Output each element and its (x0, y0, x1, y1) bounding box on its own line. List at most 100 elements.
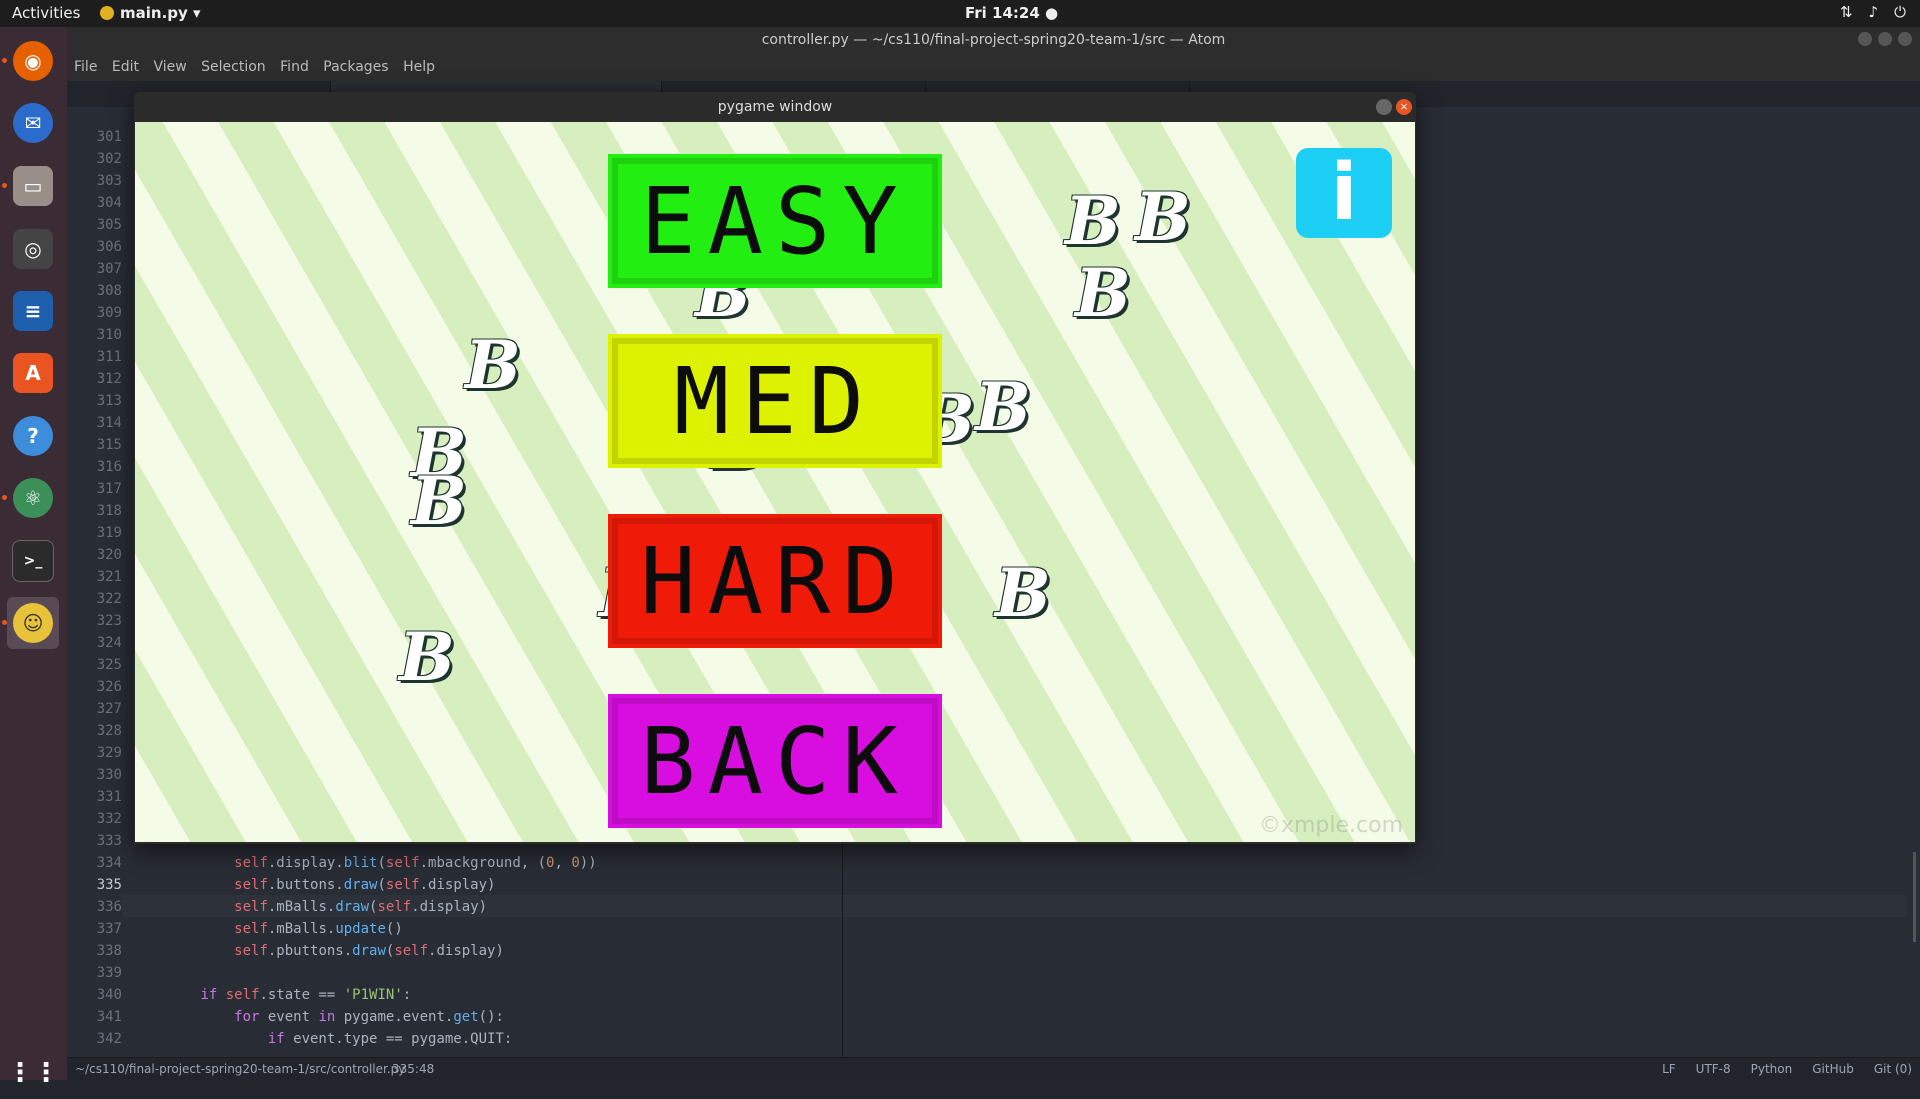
running-indicator (2, 620, 7, 625)
software-center-icon: A (13, 353, 53, 393)
terminal-icon: >_ (12, 540, 54, 582)
line-number: 315 (96, 437, 122, 453)
close-button[interactable]: × (1396, 99, 1412, 115)
line-number: 330 (96, 767, 122, 783)
pygame-app-icon (100, 6, 114, 20)
code-line: self.display.blit(self.mbackground, (0, … (234, 855, 597, 871)
line-number: 341 (96, 1009, 122, 1025)
menu-file[interactable]: File (74, 54, 97, 81)
line-number: 316 (96, 459, 122, 475)
code-line: self.mBalls.draw(self.display) (234, 899, 488, 915)
maximize-button[interactable] (1878, 32, 1892, 46)
status-bar: ~/cs110/final-project-spring20-team-1/sr… (67, 1057, 1920, 1081)
info-icon: i (1330, 148, 1358, 238)
dock-files[interactable]: ▭ (7, 160, 59, 212)
line-number: 325 (96, 657, 122, 673)
network-icon[interactable]: ⇅ (1840, 3, 1853, 21)
game-canvas[interactable]: BBBBBBBBBBBBBBB EASY MED HARD BACK i ©xm… (135, 122, 1415, 842)
menu-find[interactable]: Find (280, 54, 309, 81)
close-button[interactable] (1898, 32, 1912, 46)
dock-pygame[interactable]: ☺ (7, 597, 59, 649)
volume-icon[interactable]: ♪ (1869, 3, 1879, 21)
line-number: 334 (96, 855, 122, 871)
show-apps-button[interactable]: ⋮⋮ (7, 1047, 59, 1099)
line-number: 308 (96, 283, 122, 299)
code-line: if event.type == pygame.QUIT: (267, 1031, 513, 1047)
dock: ◉ ✉ ▭ ◎ ≡ A ? ⚛ >_ ☺ ⋮⋮ (0, 27, 67, 1088)
dock-writer[interactable]: ≡ (7, 285, 59, 337)
line-number: 337 (96, 921, 122, 937)
menu-help[interactable]: Help (403, 54, 435, 81)
git-button[interactable]: Git (0) (1874, 1062, 1912, 1076)
power-icon[interactable]: ⏻ (1894, 3, 1906, 21)
files-icon: ▭ (13, 166, 53, 206)
line-number: 340 (96, 987, 122, 1003)
window-controls (1858, 32, 1912, 46)
minimize-button[interactable] (1376, 99, 1392, 115)
hard-button[interactable]: HARD (612, 518, 938, 644)
line-number: 319 (96, 525, 122, 541)
file-path[interactable]: ~/cs110/final-project-spring20-team-1/sr… (75, 1062, 405, 1076)
firefox-icon: ◉ (13, 41, 53, 81)
line-number: 312 (96, 371, 122, 387)
dock-thunderbird[interactable]: ✉ (7, 97, 59, 149)
line-number-gutter: 301 302 303 304 305 306 307 308 309 310 311 312 313 3… (67, 107, 122, 1057)
app-menu[interactable]: main.py ▾ (100, 4, 201, 22)
github-button[interactable]: GitHub (1812, 1062, 1854, 1076)
line-number: 326 (96, 679, 122, 695)
line-number: 335 (96, 877, 122, 893)
dock-atom[interactable]: ⚛ (7, 472, 59, 524)
window-title: controller.py — ~/cs110/final-project-sp… (67, 27, 1920, 54)
app-menu-label: main.py ▾ (120, 4, 201, 22)
line-number: 306 (96, 239, 122, 255)
menu-edit[interactable]: Edit (112, 54, 139, 81)
minimize-button[interactable] (1858, 32, 1872, 46)
line-number: 333 (96, 833, 122, 849)
line-number: 318 (96, 503, 122, 519)
writer-icon: ≡ (13, 291, 53, 331)
ball-sprite: B (465, 326, 521, 404)
line-number: 329 (96, 745, 122, 761)
scrollbar[interactable] (1913, 852, 1916, 942)
menu-view[interactable]: View (153, 54, 186, 81)
ball-sprite: B (399, 618, 455, 696)
line-number: 323 (96, 613, 122, 629)
menu-bar: File Edit View Selection Find Packages H… (67, 54, 1920, 81)
ball-sprite: B (1135, 178, 1191, 256)
activities-button[interactable]: Activities (12, 4, 80, 22)
help-icon: ? (13, 416, 53, 456)
back-button[interactable]: BACK (612, 698, 938, 824)
line-number: 336 (96, 899, 122, 915)
thunderbird-icon: ✉ (13, 103, 53, 143)
code-line: self.buttons.draw(self.display) (234, 877, 496, 893)
ball-sprite: B (995, 554, 1051, 632)
rhythmbox-icon: ◎ (13, 229, 53, 269)
grammar[interactable]: Python (1751, 1062, 1793, 1076)
cursor-position[interactable]: 335:48 (392, 1062, 434, 1076)
dock-software[interactable]: A (7, 347, 59, 399)
line-number: 317 (96, 481, 122, 497)
info-button[interactable]: i (1296, 148, 1392, 238)
line-number: 331 (96, 789, 122, 805)
line-number: 311 (96, 349, 122, 365)
dock-terminal[interactable]: >_ (7, 535, 59, 587)
dock-help[interactable]: ? (7, 410, 59, 462)
line-ending[interactable]: LF (1662, 1062, 1676, 1076)
line-number: 320 (96, 547, 122, 563)
encoding[interactable]: UTF-8 (1696, 1062, 1731, 1076)
dock-rhythmbox[interactable]: ◎ (7, 223, 59, 275)
menu-packages[interactable]: Packages (323, 54, 388, 81)
line-number: 301 (96, 129, 122, 145)
system-tray[interactable]: ⇅ ♪ ⏻ (1840, 3, 1906, 21)
dock-firefox[interactable]: ◉ (7, 35, 59, 87)
menu-selection[interactable]: Selection (201, 54, 266, 81)
easy-button[interactable]: EASY (612, 158, 938, 284)
clock[interactable]: Fri 14:24 ● (965, 4, 1058, 22)
line-number: 310 (96, 327, 122, 343)
pygame-icon: ☺ (13, 603, 53, 643)
top-panel: Activities main.py ▾ Fri 14:24 ● ⇅ ♪ ⏻ (0, 0, 1920, 27)
line-number: 305 (96, 217, 122, 233)
line-number: 309 (96, 305, 122, 321)
med-button[interactable]: MED (612, 338, 938, 464)
line-number: 342 (96, 1031, 122, 1047)
